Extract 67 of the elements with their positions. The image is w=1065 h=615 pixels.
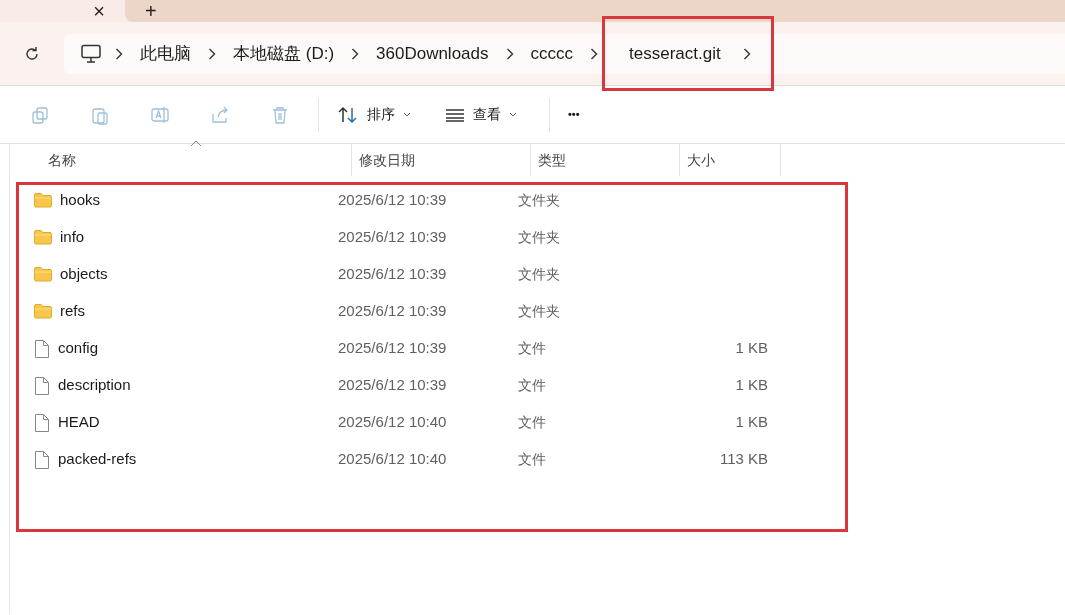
type-cell: 文件夹 (518, 303, 560, 319)
date-cell: 2025/6/12 10:40 (338, 450, 447, 468)
share-icon (210, 104, 230, 125)
sort-button[interactable]: 排序 (327, 100, 421, 129)
file-name[interactable]: HEAD (58, 411, 100, 434)
file-name[interactable]: description (58, 374, 131, 397)
sort-icon (337, 105, 359, 124)
size-cell: 113 KB (719, 450, 768, 468)
folder-icon (34, 193, 52, 208)
breadcrumb-item[interactable]: 360Downloads (372, 40, 493, 67)
file-icon (34, 412, 50, 433)
type-cell: 文件 (518, 451, 546, 467)
refresh-icon[interactable] (23, 44, 41, 63)
type-cell: 文件夹 (518, 266, 560, 282)
size-cell: 1 KB (735, 376, 768, 394)
more-button[interactable]: ••• (558, 102, 590, 127)
date-cell: 2025/6/12 10:40 (338, 413, 447, 431)
chevron-icon (590, 47, 598, 60)
computer-icon[interactable] (80, 43, 102, 64)
file-name[interactable]: config (58, 337, 99, 360)
caret-icon (403, 112, 411, 117)
file-name[interactable]: hooks (60, 189, 101, 212)
size-cell: 1 KB (735, 413, 768, 431)
size-cell: 1 KB (735, 339, 768, 357)
file-icon (34, 449, 50, 470)
column-header[interactable]: 类型 (531, 144, 680, 176)
date-cell: 2025/6/12 10:39 (338, 339, 447, 357)
breadcrumb-item[interactable]: tesseract.git (625, 40, 725, 67)
view-button[interactable]: 查看 (435, 100, 527, 129)
folder-icon (34, 304, 52, 319)
chevron-icon (742, 47, 751, 60)
breadcrumb-item[interactable]: 本地磁盘 (D:) (229, 40, 339, 67)
sort-caret-icon (190, 140, 202, 147)
date-cell: 2025/6/12 10:39 (338, 302, 447, 320)
file-name[interactable]: packed-refs (58, 448, 137, 471)
column-header[interactable]: 修改日期 (352, 144, 531, 176)
caret-icon (509, 112, 517, 117)
file-icon (34, 338, 50, 359)
chevron-icon (115, 47, 123, 60)
new-tab-button[interactable]: + (145, 1, 157, 21)
rename-icon (150, 104, 170, 125)
type-cell: 文件夹 (518, 229, 560, 245)
folder-icon (34, 267, 52, 282)
chevron-icon (351, 47, 360, 60)
copy-icon (30, 104, 50, 125)
chevron-icon (208, 47, 216, 60)
folder-icon (34, 230, 52, 245)
date-cell: 2025/6/12 10:39 (338, 265, 447, 283)
list-view-icon (445, 107, 465, 122)
date-cell: 2025/6/12 10:39 (338, 376, 447, 394)
breadcrumb-item[interactable]: ccccc (526, 40, 577, 67)
date-cell: 2025/6/12 10:39 (338, 228, 447, 246)
file-name[interactable]: objects (60, 263, 108, 286)
trash-icon (270, 104, 290, 125)
file-icon (34, 375, 50, 396)
column-header[interactable]: 大小 (680, 144, 781, 176)
type-cell: 文件 (518, 340, 546, 356)
file-name[interactable]: refs (60, 300, 85, 323)
breadcrumb-item[interactable]: 此电脑 (136, 40, 195, 67)
date-cell: 2025/6/12 10:39 (338, 191, 447, 209)
type-cell: 文件 (518, 414, 546, 430)
close-tab-button[interactable]: × (93, 1, 105, 21)
type-cell: 文件夹 (518, 192, 560, 208)
column-header[interactable]: 名称 (10, 144, 352, 176)
file-name[interactable]: info (60, 226, 85, 249)
chevron-icon (505, 47, 514, 60)
type-cell: 文件 (518, 377, 546, 393)
